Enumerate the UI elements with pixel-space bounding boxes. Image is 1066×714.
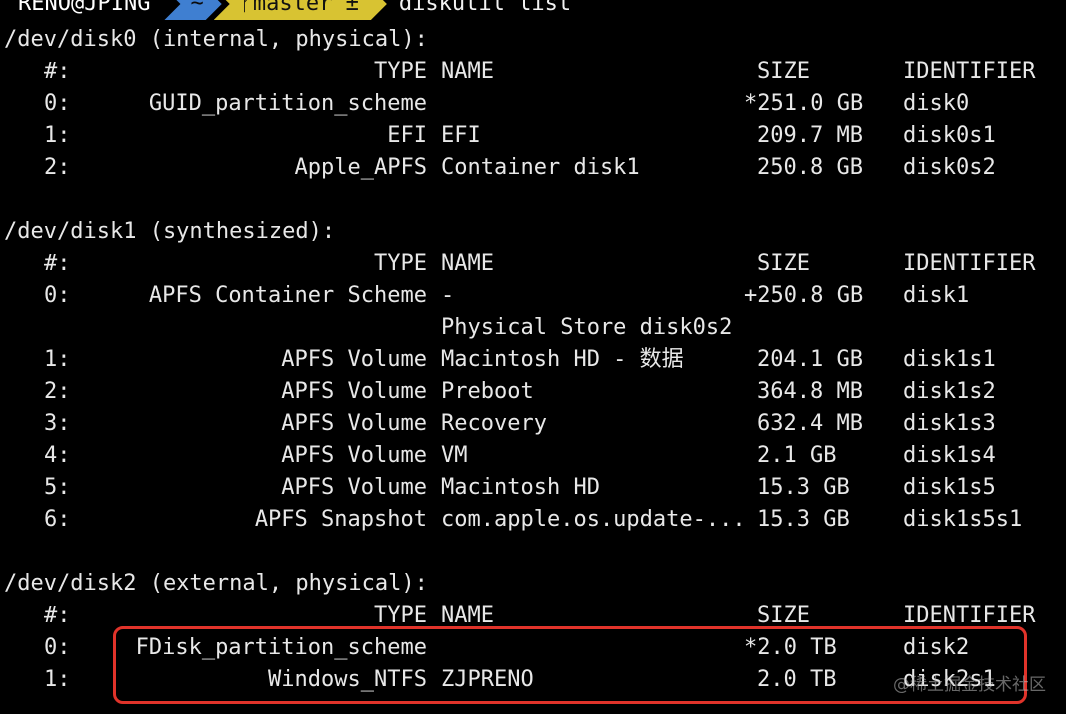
prompt-command: diskutil list [398,0,572,16]
col-num: 1: [44,667,71,692]
col-type: APFS Volume [281,347,427,372]
watermark: @稀土掘金技术社区 [893,675,1046,695]
col-size: 15.3 GB [757,475,850,500]
prompt-git-branch: ᚠmaster ± [214,0,387,20]
col-num: #: [44,59,71,84]
prompt-branch-label: master ± [252,0,359,16]
col-type: TYPE [374,59,427,84]
col-name: EFI [441,123,481,148]
col-identifier: IDENTIFIER [903,251,1036,276]
col-name: NAME [441,59,494,84]
col-identifier: disk1s2 [903,379,996,404]
git-branch-icon: ᚠ [239,0,253,16]
terminal-window[interactable]: RENO@JPING ~ ᚠmaster ± diskutil list /de… [0,0,1066,714]
col-size: +250.8 GB [744,283,864,308]
col-num: #: [44,603,71,628]
col-identifier: disk0s2 [903,155,996,180]
col-num: 2: [44,379,71,404]
col-name: Container disk1 [441,155,640,180]
col-name: Macintosh HD - 数据 [441,347,684,372]
col-name: Preboot [441,379,534,404]
col-num: 1: [44,123,71,148]
partition-row: 5: APFS Volume Macintosh HD 15.3 GB disk1s5 [0,472,1066,504]
col-num: 6: [44,507,71,532]
col-type: APFS Container Scheme [148,283,427,308]
shell-prompt: RENO@JPING ~ ᚠmaster ± diskutil list [0,0,571,20]
col-identifier: disk1s5s1 [903,507,1023,532]
prompt-directory-label: ~ [190,0,204,16]
col-size: 2.1 GB [757,443,837,468]
column-header-row: #: TYPE NAME SIZE IDENTIFIER [0,248,1066,280]
col-type: Apple_APFS [294,155,427,180]
col-identifier: disk0 [903,91,970,116]
col-name: VM [441,443,468,468]
col-identifier: IDENTIFIER [903,59,1036,84]
disk-header: /dev/disk0 (internal, physical): [4,27,428,52]
col-identifier: disk1s4 [903,443,996,468]
partition-row: 2: Apple_APFS Container disk1 250.8 GB disk0… [0,152,1066,184]
col-num: 0: [44,635,71,660]
col-name: com.apple.os.update-... [441,507,746,532]
prompt-user: RENO@JPING [0,0,165,20]
disk-header: /dev/disk2 (external, physical): [4,571,428,596]
col-num: 1: [44,347,71,372]
col-num: #: [44,251,71,276]
col-name: Physical Store disk0s2 [441,315,733,340]
col-name: NAME [441,251,494,276]
col-size: 15.3 GB [757,507,850,532]
col-size: SIZE [757,251,810,276]
col-size: 250.8 GB [757,155,863,180]
col-type: APFS Volume [281,411,427,436]
highlight-annotation [113,626,1027,704]
col-name: Recovery [441,411,547,436]
partition-row: 4: APFS Volume VM 2.1 GB disk1s4 [0,440,1066,472]
col-num: 4: [44,443,71,468]
column-header-row: #: TYPE NAME SIZE IDENTIFIER [0,56,1066,88]
col-name: - [441,283,455,308]
col-type: APFS Volume [281,475,427,500]
col-identifier: disk0s1 [903,123,996,148]
col-num: 3: [44,411,71,436]
partition-row: 3: APFS Volume Recovery 632.4 MB disk1s3 [0,408,1066,440]
col-size: 632.4 MB [757,411,863,436]
col-type: GUID_partition_scheme [148,91,427,116]
partition-row: 6: APFS Snapshot com.apple.os.update-... 15… [0,504,1066,536]
partition-row: 1: APFS Volume Macintosh HD - 数据 204.1 GB di… [0,344,1066,376]
col-size: 204.1 GB [757,347,863,372]
disk-header: /dev/disk1 (synthesized): [4,219,336,244]
col-size: 209.7 MB [757,123,863,148]
partition-row: 1: EFI EFI 209.7 MB disk0s1 [0,120,1066,152]
col-num: 0: [44,283,71,308]
partition-row: 0: GUID_partition_scheme *251.0 GB disk0 [0,88,1066,120]
col-identifier: disk1s3 [903,411,996,436]
partition-row: 2: APFS Volume Preboot 364.8 MB disk1s2 [0,376,1066,408]
col-size: SIZE [757,59,810,84]
col-type: APFS Snapshot [254,507,427,532]
col-type: APFS Volume [281,443,427,468]
partition-row: Physical Store disk0s2 [0,312,1066,344]
col-num: 0: [44,91,71,116]
col-identifier: disk1s5 [903,475,996,500]
col-identifier: disk1 [903,283,970,308]
col-name: Macintosh HD [441,475,600,500]
col-num: 5: [44,475,71,500]
col-type: TYPE [374,251,427,276]
col-size: *251.0 GB [744,91,864,116]
col-type: EFI [387,123,427,148]
partition-row: 0: APFS Container Scheme - +250.8 GB disk1 [0,280,1066,312]
col-size: 364.8 MB [757,379,863,404]
col-type: APFS Volume [281,379,427,404]
col-num: 2: [44,155,71,180]
col-identifier: disk1s1 [903,347,996,372]
